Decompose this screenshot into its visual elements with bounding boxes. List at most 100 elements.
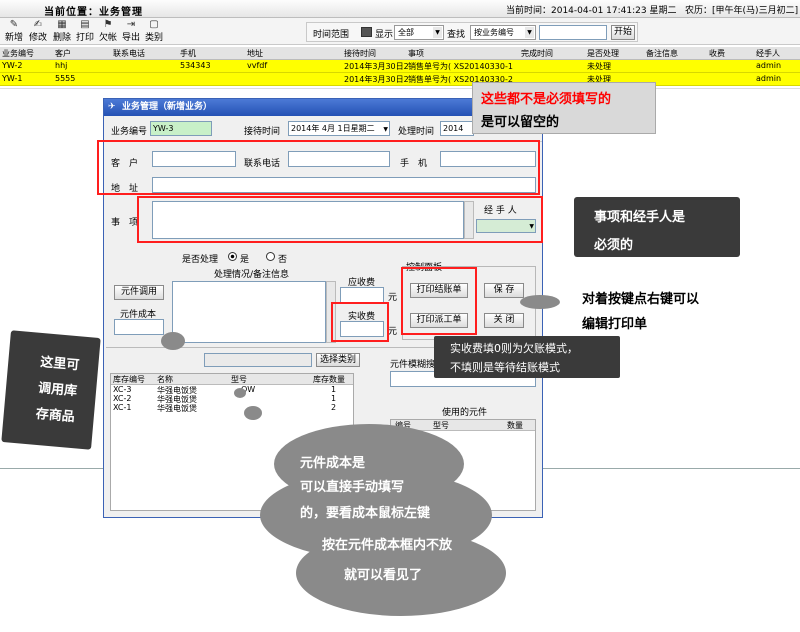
select-category-button[interactable]: 选择类别 [316,353,360,367]
annotation-text: 实收费填0则为欠账模式， [450,342,578,355]
recv-time-label: 接待时间 [244,127,281,137]
stock-list-header: 库存编号 名称 型号 库存数量 [111,374,353,385]
chevron-down-icon: ▼ [525,27,534,38]
component-call-button[interactable]: 元件调用 [114,285,164,300]
yuan-label: 元 [388,327,398,337]
app-icon: ✈ [108,102,116,112]
col-header: 手机 [180,49,196,58]
col-header: 客户 [55,49,71,58]
save-button[interactable]: 保 存 [484,283,524,298]
col-header: 地址 [247,49,263,58]
new-button[interactable]: ✎ 新增 [4,19,24,44]
category-filter-field[interactable] [204,353,312,367]
annotation-text: 编辑打印单 [582,317,648,332]
annotation-text: 存商品 [35,406,76,426]
fuzzy-search-label: 元件模糊搜 [390,360,436,370]
received-fee-highlight [331,302,389,342]
current-location: 当前位置：业务管理 [44,7,143,18]
right-click-note: 对着按键点右键可以 编辑打印单 [566,280,756,338]
print-button[interactable]: ▤ 打印 [75,19,95,44]
delete-button[interactable]: ▦ 删除 [52,19,72,44]
optional-fields-highlight [97,140,540,195]
cost-note: 元件成本是 可以直接手动填写 的，要看成本鼠标左键 按在元件成本框内不放 就可以… [300,452,510,592]
no-label: 否 [278,255,288,265]
printer-icon: ▤ [80,19,90,30]
annotation-text: 事项和经手人是 [594,210,686,225]
export-icon: ⇥ [126,19,136,30]
recv-time-picker[interactable]: 2014年 4月 1日星期二 ▼ [288,121,390,136]
yuan-label: 元 [388,293,398,303]
business-table: 业务编号 客户 联系电话 手机 地址 接待时间 事项 完成时间 是否处理 备注信… [0,47,800,86]
category-icon: ▢ [149,19,159,30]
col-header: 完成时间 [521,49,553,58]
col-header: 库存数量 [313,375,345,384]
print-buttons-highlight [401,267,477,335]
used-components-label: 使用的元件 [442,408,488,418]
proc-time-picker[interactable]: 2014 [440,121,474,136]
component-cost-field[interactable] [114,319,164,335]
col-header: 接待时间 [344,49,376,58]
annotation-text: 对着按键点右键可以 [582,292,700,307]
annotation-text: 元件成本是 [300,456,366,471]
stock-call-note: 这里可 调用库 存商品 [1,330,101,450]
annotation-text: 这些都不是必须填写的 [481,92,612,107]
annotation-text: 就可以看见了 [344,568,423,583]
annotation-text: 不填则是等待结账模式 [450,361,560,374]
proc-time-label: 处理时间 [398,127,435,137]
start-button[interactable]: 开始 [611,25,635,40]
annotation-text: 按在元件成本框内不放 [322,538,453,553]
filter-bar: 时间范围 显示 全部 ▼ 查找 按业务编号 ▼ 开始 [306,22,638,42]
matter-label: 事 项 [111,218,139,228]
biz-no-label: 业务编号 [111,127,148,137]
processed-yes-radio[interactable] [228,252,237,261]
col-header: 名称 [157,375,173,384]
yes-label: 是 [240,255,250,265]
delete-icon: ▦ [57,19,67,30]
col-header: 是否处理 [587,49,619,58]
time-range-label: 时间范围 [313,30,350,40]
col-header: 库存编号 [113,375,145,384]
list-item[interactable]: XC-3 华强电饭煲 OW 1 [111,385,353,395]
cloud-tail [520,295,560,309]
processed-no-radio[interactable] [266,252,275,261]
list-item[interactable]: XC-1 华强电饭煲 2 [111,403,353,413]
col-header: 业务编号 [2,49,34,58]
edit-button[interactable]: ✍ 修改 [28,19,48,44]
remark-label: 处理情况/备注信息 [214,270,290,280]
biz-no-field[interactable]: YW-3 [150,121,212,136]
chevron-down-icon: ▼ [433,27,442,38]
title-bar: 当前位置：业务管理 当前时间：2014-04-01 17:41:23 星期二 农… [0,0,800,18]
optional-note: 这些都不是必须填写的 是可以留空的 [472,82,656,134]
receipt-mode-note: 实收费填0则为欠账模式， 不填则是等待结账模式 [434,336,620,378]
col-header: 型号 [433,421,449,430]
annotation-text: 调用库 [37,380,78,400]
annotation-text: 这里可 [39,354,80,374]
remark-field[interactable] [172,281,326,343]
list-item[interactable]: XC-2 华强电饭煲 1 [111,394,353,404]
table-row[interactable]: YW-1 5555 2014年3月30日2 销售单号为( XS20140330-… [0,73,800,86]
table-row[interactable]: YW-2 hhj 534343 vvfdf 2014年3月30日2 销售单号为(… [0,60,800,73]
cloud-tail [161,332,185,350]
search-input[interactable] [539,25,607,40]
new-icon: ✎ [9,19,19,30]
debt-button[interactable]: ⚑ 欠帐 [98,19,118,44]
col-header: 经手人 [756,49,780,58]
chevron-down-icon: ▼ [383,126,388,133]
annotation-text: 的，要看成本鼠标左键 [300,506,431,521]
cloud-tail [234,388,246,398]
calendar-icon[interactable] [361,27,372,37]
close-button[interactable]: 关 闭 [484,313,524,328]
required-fields-highlight [137,196,543,243]
find-field-select[interactable]: 按业务编号 ▼ [470,25,536,40]
receivable-field[interactable] [340,287,384,303]
export-button[interactable]: ⇥ 导出 [121,19,141,44]
col-header: 备注信息 [646,49,678,58]
col-header: 数量 [507,421,523,430]
category-button[interactable]: ▢ 类别 [144,19,164,44]
display-select[interactable]: 全部 ▼ [394,25,444,40]
processed-label: 是否处理 [182,255,219,265]
col-header: 联系电话 [113,49,145,58]
display-label: 显示 [375,30,394,40]
table-header: 业务编号 客户 联系电话 手机 地址 接待时间 事项 完成时间 是否处理 备注信… [0,47,800,60]
find-label: 查找 [447,30,466,40]
